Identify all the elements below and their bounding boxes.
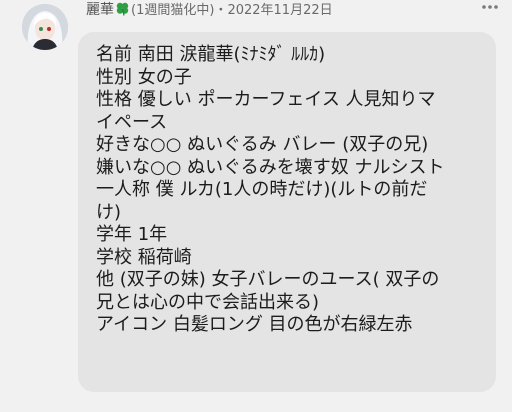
four-leaf-clover-icon <box>115 1 130 16</box>
message-line: 嫌いな○○ ぬいぐるみを壊す奴 ナルシスト <box>96 156 445 178</box>
post-header: 麗華 (1週間猫化中)・2022年11月22日 <box>86 0 333 20</box>
message-line: 性格 優しい ポーカーフェイス 人見知りマ <box>96 89 436 110</box>
message-line: 好きな○○ ぬいぐるみ バレー (双子の兄) <box>96 134 429 155</box>
message-line: 兄とは心の中で会話出来る) <box>96 291 320 313</box>
post-date: 2022年11月22日 <box>227 3 333 18</box>
message-line: 一人称 僕 ルカ(1人の時だけ)(ルトの前だ <box>96 179 428 200</box>
message-line: アイコン 白髪ロング 目の色が右緑左赤 <box>96 314 413 335</box>
avatar-image <box>22 4 68 50</box>
message-line: イペース <box>96 111 168 133</box>
message-line: 性別 女の子 <box>96 66 192 88</box>
message-line: 学校 稲荷崎 <box>96 246 192 268</box>
more-dots-icon[interactable] <box>478 2 502 18</box>
separator: ・ <box>214 3 228 18</box>
avatar[interactable] <box>22 4 68 50</box>
message-line: 名前 南田 涙龍華(ﾐﾅﾐﾀﾞ ﾙﾙｶ) <box>96 44 326 65</box>
message-text: 名前 南田 涙龍華(ﾐﾅﾐﾀﾞ ﾙﾙｶ) 性別 女の子 性格 優しい ポーカーフ… <box>96 44 445 337</box>
message-line: け) <box>96 201 122 223</box>
status-text: (1週間猫化中) <box>131 3 215 18</box>
author-name[interactable]: 麗華 <box>86 2 114 18</box>
message-line: 他 (双子の妹) 女子バレーのユース( 双子の <box>96 269 440 290</box>
message-line: 学年 1年 <box>96 224 168 245</box>
